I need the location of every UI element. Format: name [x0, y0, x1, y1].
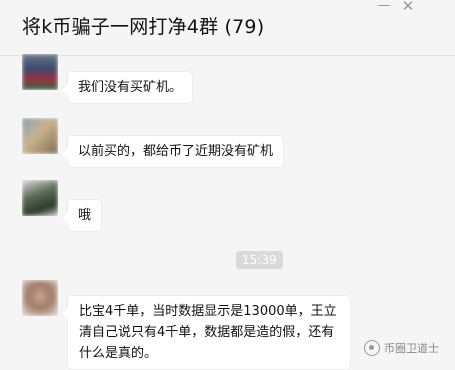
watermark-text: 币圈卫道士: [384, 342, 439, 355]
message-bubble[interactable]: 我们没有买矿机。: [61, 72, 193, 103]
message-text: 哦: [78, 208, 92, 223]
minimize-button[interactable]: —: [374, 0, 394, 14]
message-text: 比宝4千单，当时数据显示是13000单，王立清自己说只有4千单，数据都是造的假，…: [79, 304, 337, 361]
message-text: 我们没有买矿机。: [78, 80, 183, 95]
message-bubble[interactable]: 比宝4千单，当时数据显示是13000单，王立清自己说只有4千单，数据都是造的假，…: [62, 296, 350, 369]
avatar[interactable]: [22, 180, 58, 216]
avatar[interactable]: [22, 280, 58, 316]
avatar[interactable]: [22, 54, 58, 90]
avatar[interactable]: [22, 118, 58, 154]
message-text: 以前买的，都给币了近期没有矿机: [78, 144, 274, 159]
close-button[interactable]: ✕: [398, 0, 418, 14]
chat-title: 将k币骗子一网打净4群 (79): [22, 16, 265, 38]
watermark: 币圈卫道士: [364, 340, 439, 356]
watermark-logo-icon: [364, 340, 380, 356]
message-bubble[interactable]: 哦: [61, 200, 102, 231]
chat-header: 将k币骗子一网打净4群 (79) — ✕: [0, 0, 455, 56]
message-bubble[interactable]: 以前买的，都给币了近期没有矿机: [61, 136, 284, 167]
time-divider: 15:39: [236, 251, 283, 269]
